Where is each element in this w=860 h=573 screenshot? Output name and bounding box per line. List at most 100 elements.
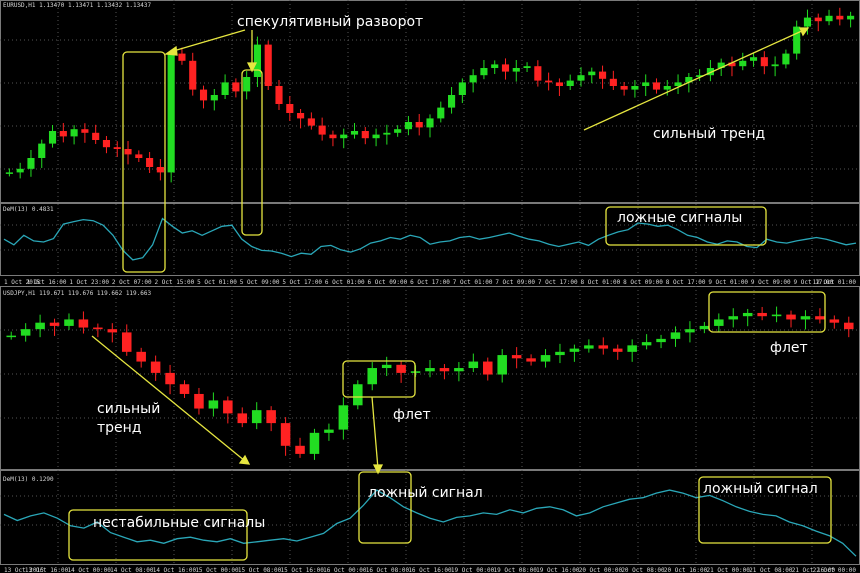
candle-body bbox=[829, 319, 840, 323]
panel-header-dem2: DeM(13) 0.1290 bbox=[3, 476, 54, 483]
chart-stage: EURUSD,H1 1.13470 1.13471 1.13432 1.1343… bbox=[0, 0, 860, 573]
candle-body bbox=[786, 314, 796, 320]
candle-body bbox=[156, 167, 164, 173]
candle-body bbox=[577, 75, 585, 81]
candle-body bbox=[361, 131, 369, 139]
candle-body bbox=[136, 351, 146, 362]
candle-body bbox=[714, 319, 724, 326]
candle-body bbox=[523, 66, 531, 68]
time-tick-label: 21 Oct 00:00 bbox=[707, 567, 751, 573]
candle-body bbox=[102, 140, 111, 148]
candle-body bbox=[437, 107, 445, 119]
time-tick-label: 6 Oct 01:00 bbox=[325, 279, 365, 286]
candle-body bbox=[642, 82, 650, 86]
time-tick-label: 15 Oct 00:00 bbox=[195, 567, 239, 573]
candle-body bbox=[179, 384, 190, 394]
candle-body bbox=[5, 172, 13, 174]
time-tick-label: 16 Oct 16:00 bbox=[408, 567, 452, 573]
time-tick-label: 2 Oct 07:00 bbox=[112, 279, 152, 286]
candle-body bbox=[482, 361, 493, 375]
candle-body bbox=[426, 118, 434, 128]
time-tick-label: 6 Oct 09:00 bbox=[368, 279, 408, 286]
time-tick-label: 8 Oct 09:00 bbox=[623, 279, 663, 286]
candle-body bbox=[307, 118, 315, 126]
candle-body bbox=[367, 368, 378, 385]
candle-body bbox=[540, 355, 551, 362]
label-spec-reversal: спекулятивный разворот bbox=[237, 14, 423, 30]
time-tick-label: 14 Oct 00:00 bbox=[68, 567, 112, 573]
candle-body bbox=[844, 322, 854, 330]
candle-body bbox=[16, 168, 24, 173]
candle-body bbox=[501, 64, 510, 72]
time-tick-label: 8 Oct 01:00 bbox=[581, 279, 621, 286]
time-tick-label: 2 Oct 15:00 bbox=[155, 279, 195, 286]
candle-body bbox=[35, 322, 45, 330]
candle-body bbox=[340, 134, 348, 139]
time-tick-label: 6 Oct 17:00 bbox=[410, 279, 450, 286]
candle-body bbox=[38, 143, 46, 158]
candle-body bbox=[329, 134, 337, 139]
candle-body bbox=[526, 358, 536, 362]
candle-body bbox=[566, 80, 574, 86]
candle-body bbox=[275, 86, 283, 104]
candle-body bbox=[728, 316, 739, 320]
candle-body bbox=[814, 17, 822, 22]
candle-body bbox=[609, 78, 617, 86]
label-strong-trend-bottom-2: тренд bbox=[97, 420, 142, 436]
candle-body bbox=[49, 322, 60, 326]
time-tick-label: 19 Oct 16:00 bbox=[536, 567, 580, 573]
time-tick-label: 22 Oct 00:00 bbox=[813, 567, 857, 573]
label-false-signals: ложные сигналы bbox=[617, 210, 742, 226]
time-tick-label: 7 Oct 17:00 bbox=[538, 279, 578, 286]
candle-body bbox=[93, 327, 103, 330]
time-tick-label: 20 Oct 16:00 bbox=[664, 567, 708, 573]
candle-body bbox=[656, 338, 666, 343]
candle-body bbox=[699, 325, 710, 330]
candle-body bbox=[78, 319, 89, 328]
candle-body bbox=[264, 44, 272, 86]
candle-body bbox=[793, 26, 801, 54]
candle-body bbox=[124, 149, 132, 155]
time-tick-label: 1 Oct 23:00 bbox=[69, 279, 109, 286]
candle-body bbox=[324, 429, 334, 433]
candle-body bbox=[497, 355, 507, 375]
candle-body bbox=[825, 15, 833, 22]
candle-body bbox=[800, 316, 811, 320]
candle-body bbox=[251, 410, 262, 424]
candle-body bbox=[742, 312, 753, 317]
panel-header-usdjpy: USDJPY,H1 119.671 119.676 119.662 119.66… bbox=[3, 290, 151, 297]
candle-body bbox=[350, 131, 359, 135]
label-strong-trend-bottom-1: сильный bbox=[97, 401, 160, 417]
candle-body bbox=[381, 364, 392, 369]
candle-body bbox=[815, 316, 825, 320]
candle-body bbox=[107, 329, 118, 333]
panel-header-dem1: DeM(13) 0.4831 bbox=[3, 206, 54, 213]
candle-body bbox=[394, 129, 402, 133]
label-flat-mid: флет bbox=[393, 407, 431, 423]
candle-body bbox=[598, 345, 609, 349]
candle-body bbox=[372, 134, 380, 139]
time-tick-label: 14 Oct 08:00 bbox=[110, 567, 154, 573]
candle-body bbox=[208, 400, 219, 409]
candle-body bbox=[670, 332, 681, 339]
candle-body bbox=[243, 77, 251, 92]
time-tick-label: 5 Oct 01:00 bbox=[197, 279, 237, 286]
candle-body bbox=[620, 86, 628, 90]
candle-body bbox=[113, 147, 121, 149]
panel-header-eurusd: EURUSD,H1 1.13470 1.13471 1.13432 1.1343… bbox=[3, 2, 151, 9]
time-axis-bottom: 13 Oct 201513 Oct 16:00 14 Oct 00:00 14 Oc… bbox=[4, 567, 856, 573]
candle-body bbox=[425, 368, 435, 372]
candle-body bbox=[512, 68, 520, 72]
time-tick-label: 13 Oct 16:00 bbox=[25, 567, 69, 573]
candle-body bbox=[280, 423, 291, 446]
time-tick-label: 8 Oct 17:00 bbox=[666, 279, 706, 286]
time-tick-label: 16 Oct 08:00 bbox=[366, 567, 410, 573]
candle-body bbox=[20, 329, 31, 336]
time-tick-label: 15 Oct 16:00 bbox=[281, 567, 325, 573]
candle-body bbox=[338, 405, 349, 430]
time-tick-label: 15 Oct 08:00 bbox=[238, 567, 282, 573]
candle-body bbox=[555, 351, 565, 356]
candle-body bbox=[641, 342, 652, 346]
time-axis-top: 1 Oct 20151 Oct 16:00 1 Oct 23:00 2 Oct 07… bbox=[4, 279, 856, 286]
candle-body bbox=[210, 95, 218, 101]
